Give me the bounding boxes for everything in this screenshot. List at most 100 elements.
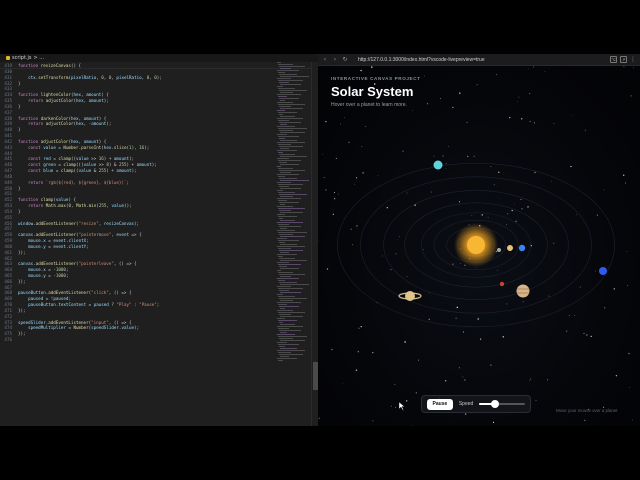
star xyxy=(433,155,435,157)
tab-script-js[interactable]: script.js > ... xyxy=(6,55,44,61)
star xyxy=(462,331,464,333)
code-text: mouse.y = event.clientY; xyxy=(28,243,89,249)
minimap-line xyxy=(277,262,289,263)
star xyxy=(381,255,383,257)
minimap-line xyxy=(279,354,303,355)
minimap-line xyxy=(280,84,301,85)
planet-mercury[interactable] xyxy=(497,248,501,252)
star xyxy=(630,95,632,97)
minimap-line xyxy=(280,244,297,245)
planet-neptune[interactable] xyxy=(599,267,607,275)
star xyxy=(331,348,333,351)
star xyxy=(518,96,520,98)
star xyxy=(372,420,374,422)
star xyxy=(515,220,517,222)
minimap[interactable] xyxy=(277,62,311,426)
star xyxy=(424,75,425,77)
star xyxy=(343,117,345,119)
planet-jupiter[interactable] xyxy=(516,284,530,298)
minimap-line xyxy=(277,326,303,327)
more-options-icon[interactable]: ⋮ xyxy=(630,56,636,63)
solar-system-canvas[interactable]: INTERACTIVE CANVAS PROJECT Solar System … xyxy=(318,66,640,426)
star xyxy=(514,203,515,205)
star xyxy=(506,224,507,226)
page-subtitle: Hover over a planet to learn more. xyxy=(331,102,407,108)
minimap-line xyxy=(279,138,285,139)
minimap-line xyxy=(279,258,295,259)
sun[interactable] xyxy=(467,236,485,254)
star xyxy=(464,264,466,266)
minimap-line xyxy=(277,142,305,143)
pause-button[interactable]: Pause xyxy=(427,398,453,410)
js-file-icon xyxy=(6,56,10,60)
star xyxy=(583,332,585,335)
space-scene[interactable] xyxy=(318,66,640,426)
star xyxy=(462,376,464,378)
star xyxy=(576,214,577,215)
minimap-line xyxy=(277,78,291,79)
minimap-line xyxy=(277,134,287,135)
star xyxy=(415,392,417,394)
live-preview-pane: ‹ › ↻ http://127.0.0.1:3000/index.html?v… xyxy=(318,54,640,426)
minimap-line xyxy=(279,290,289,291)
planet-earth[interactable] xyxy=(518,244,526,252)
star xyxy=(356,225,358,227)
minimap-line xyxy=(278,192,295,193)
minimap-line xyxy=(279,306,299,307)
star xyxy=(452,106,454,108)
code-editor[interactable]: script.js > ... 419 function resizeCanva… xyxy=(0,54,318,426)
star xyxy=(362,172,364,174)
minimap-line xyxy=(277,214,285,215)
minimap-line xyxy=(277,278,299,279)
forward-arrow-icon[interactable]: › xyxy=(332,56,338,64)
minimap-line xyxy=(280,268,299,269)
planet-mars[interactable] xyxy=(499,281,505,287)
minimap-line xyxy=(277,318,285,319)
star xyxy=(418,359,420,361)
star xyxy=(414,204,416,206)
editor-scrollbar[interactable] xyxy=(311,62,318,426)
star xyxy=(353,183,355,185)
code-lines[interactable]: 430 431 ctx.setTransform(pixelRatio, 0, 0… xyxy=(0,69,275,343)
minimap-line xyxy=(278,352,291,353)
reload-icon[interactable]: ↻ xyxy=(342,56,348,64)
minimap-line xyxy=(279,226,301,227)
minimap-line xyxy=(278,328,289,329)
slider-thumb[interactable] xyxy=(491,400,500,408)
star xyxy=(460,263,462,265)
star xyxy=(528,68,530,70)
star xyxy=(394,383,396,385)
sticky-scroll: 419 function resizeCanvas() { xyxy=(0,62,318,69)
code-text: speedMultiplier = Number(speedSlider.val… xyxy=(28,325,140,331)
minimap-line xyxy=(277,350,305,351)
minimap-line xyxy=(277,246,305,247)
minimap-line xyxy=(277,86,283,87)
planet-saturn[interactable] xyxy=(398,291,422,301)
speed-slider[interactable] xyxy=(479,400,526,408)
back-arrow-icon[interactable]: ‹ xyxy=(322,56,328,64)
line-number: 419 xyxy=(4,62,12,68)
minimap-line xyxy=(280,340,305,341)
star xyxy=(584,129,586,131)
minimap-line xyxy=(277,110,285,111)
star xyxy=(533,66,534,68)
minimap-line xyxy=(278,176,285,177)
planet-uranus[interactable] xyxy=(433,160,443,170)
line-number: 476 xyxy=(4,337,12,343)
open-external-icon[interactable]: ↗ xyxy=(620,56,627,63)
code-line[interactable]: 476 xyxy=(0,337,275,343)
minimap-line xyxy=(277,222,303,223)
breadcrumb[interactable]: > ... xyxy=(34,55,45,61)
star xyxy=(529,380,531,382)
minimap-line xyxy=(280,92,293,93)
address-bar[interactable]: http://127.0.0.1:3000/index.html?vscode-… xyxy=(358,57,485,63)
minimap-line xyxy=(279,234,293,235)
minimap-line xyxy=(278,64,293,65)
minimap-line xyxy=(280,276,291,277)
devtools-icon[interactable]: ⌥ xyxy=(610,56,617,63)
star xyxy=(506,303,508,305)
star xyxy=(445,380,447,382)
planet-venus[interactable] xyxy=(507,245,513,251)
minimap-line xyxy=(280,188,301,189)
star xyxy=(565,330,568,332)
